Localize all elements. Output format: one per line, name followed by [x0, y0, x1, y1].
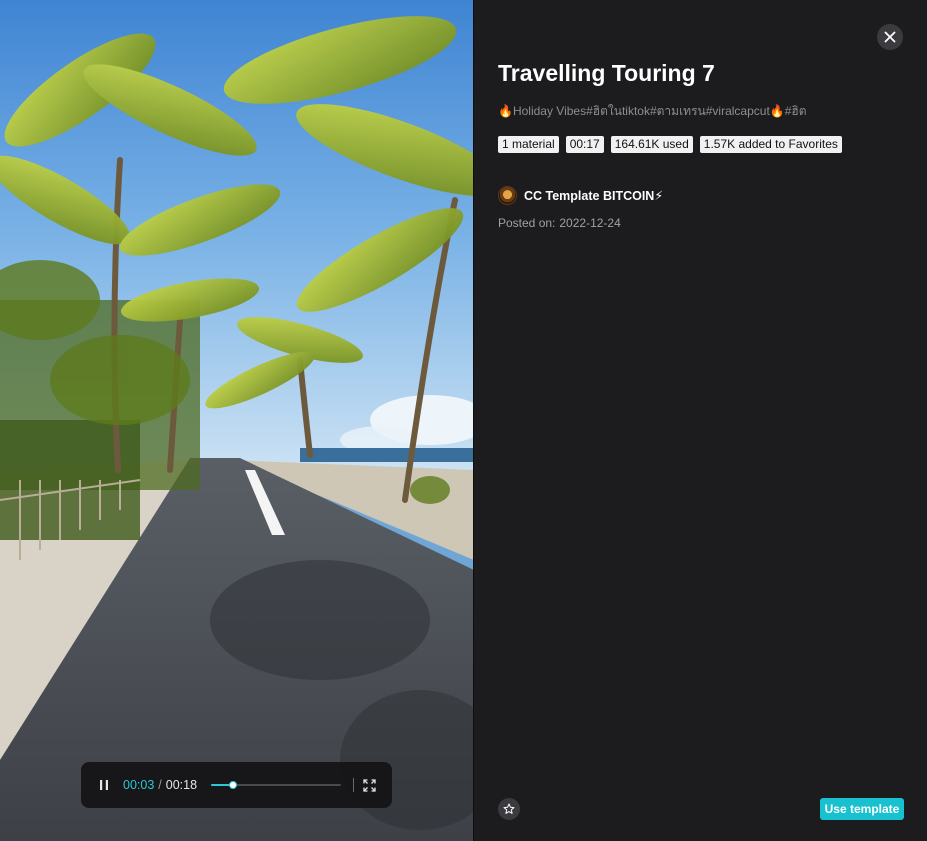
- template-title: Travelling Touring 7: [498, 60, 715, 86]
- close-button[interactable]: [877, 24, 903, 50]
- duration-badge: 00:17: [565, 136, 604, 153]
- template-hashtags: 🔥Holiday Vibes#ฮิตในtiktok#ตามเทรน#viral…: [498, 102, 807, 121]
- fullscreen-icon: [362, 778, 376, 792]
- posted-label: Posted on:: [498, 216, 556, 230]
- avatar: [498, 186, 517, 205]
- use-template-button[interactable]: Use template: [820, 798, 904, 820]
- hashtag-text: #ฮิต: [784, 104, 807, 118]
- posted-date: Posted on: 2022-12-24: [498, 216, 621, 230]
- usage-count-badge: 164.61K used: [610, 136, 693, 153]
- star-icon: [503, 803, 515, 814]
- fire-emoji: 🔥: [498, 104, 513, 118]
- video-frame: [0, 0, 474, 841]
- pause-icon: [100, 780, 108, 790]
- author-link[interactable]: CC Template BITCOIN⚡: [498, 186, 663, 205]
- fire-emoji: 🔥: [769, 104, 785, 118]
- controls-divider: [353, 778, 355, 792]
- playback-time: 00:03 / 00:18: [123, 778, 197, 792]
- posted-date-value: 2022-12-24: [559, 216, 621, 230]
- current-time: 00:03: [123, 778, 155, 792]
- author-name: CC Template BITCOIN⚡: [524, 189, 664, 203]
- video-preview[interactable]: 00:03 / 00:18: [0, 0, 474, 841]
- pause-button[interactable]: [97, 778, 111, 792]
- material-count-badge: 1 material: [498, 136, 559, 153]
- favorite-button[interactable]: [498, 798, 520, 820]
- hashtag-text: Holiday Vibes#ฮิตในtiktok#ตามเทรน#viralc…: [512, 104, 770, 118]
- seek-bar[interactable]: [211, 778, 342, 792]
- seek-thumb[interactable]: [229, 781, 238, 789]
- video-controls: 00:03 / 00:18: [81, 762, 392, 808]
- template-preview-dialog: 00:03 / 00:18 Travelling Touring 7 🔥Holi…: [0, 0, 927, 841]
- fullscreen-button[interactable]: [362, 778, 376, 792]
- total-duration: 00:18: [165, 778, 198, 792]
- time-separator: /: [158, 778, 162, 792]
- template-stats: 1 material 00:17 164.61K used 1.57K adde…: [498, 136, 842, 153]
- favorites-count-badge: 1.57K added to Favorites: [699, 136, 842, 153]
- template-info-panel: Travelling Touring 7 🔥Holiday Vibes#ฮิตใ…: [474, 0, 927, 841]
- close-icon: [884, 31, 896, 43]
